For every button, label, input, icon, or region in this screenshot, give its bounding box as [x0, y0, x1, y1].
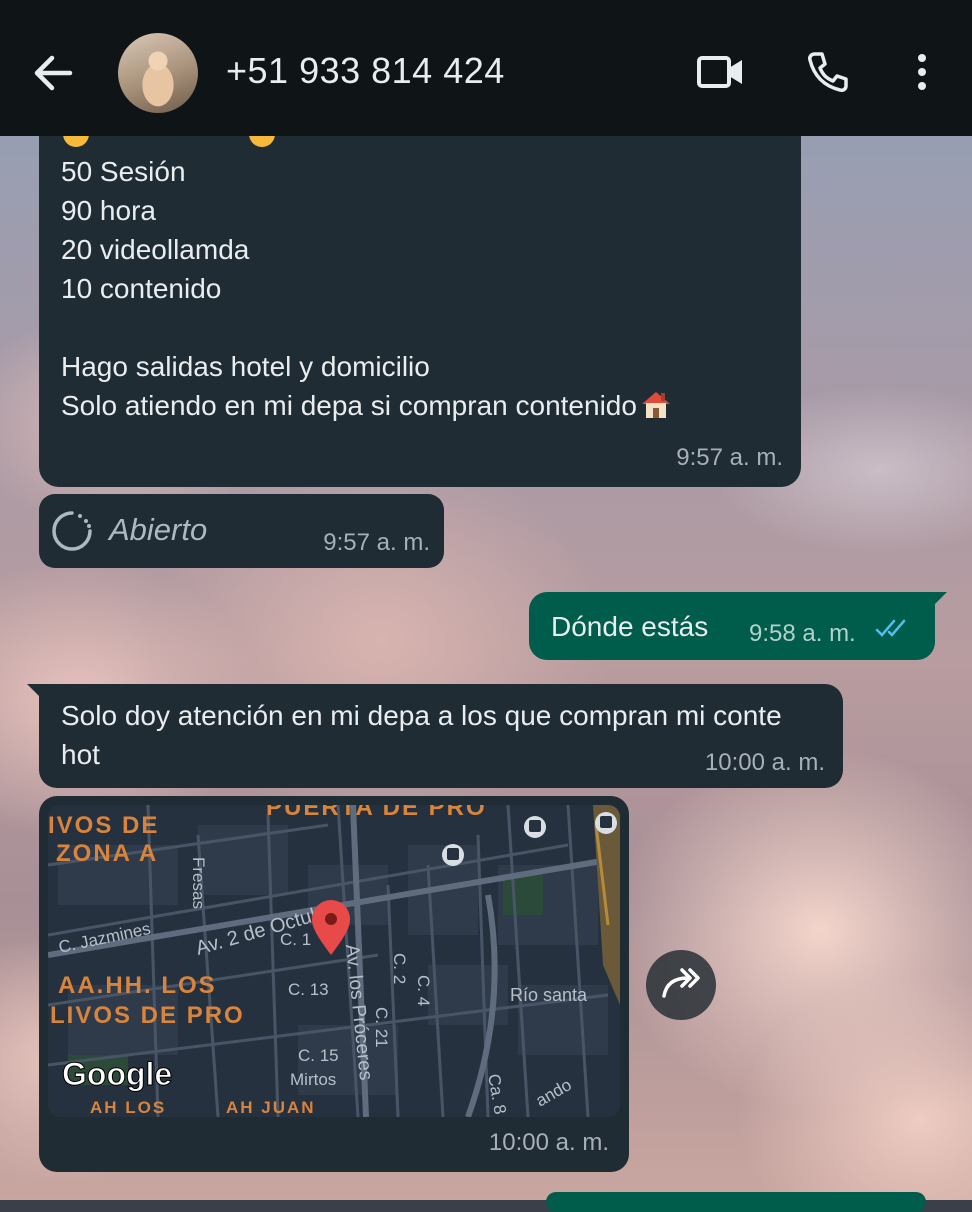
back-arrow-icon[interactable]: [30, 50, 76, 96]
message-time: 9:57 a. m.: [323, 529, 430, 556]
forward-icon: [662, 968, 700, 998]
contact-avatar[interactable]: [118, 33, 198, 113]
chat-header: +51 933 814 424: [0, 0, 972, 136]
map-label-district: AA.HH. LOS: [58, 972, 217, 999]
message-time: 10:00 a. m.: [488, 1129, 609, 1156]
video-call-icon[interactable]: [696, 50, 746, 94]
view-once-message[interactable]: Abierto 9:57 a. m.: [39, 494, 444, 568]
map-label-street: C. 15: [298, 1046, 339, 1065]
message-line: Hago salidas hotel y domicilio: [61, 351, 430, 382]
more-vert-icon[interactable]: [912, 50, 932, 94]
message-line: 10 contenido: [61, 273, 222, 304]
map-label-street: Fresas: [189, 857, 208, 909]
google-logo: Google: [62, 1056, 172, 1092]
map-label-street: C. 13: [288, 980, 329, 999]
map-label-street: C. 1: [280, 930, 311, 949]
map-label-street: C. 4: [414, 975, 433, 1006]
message-time: 10:00 a. m.: [704, 749, 825, 776]
message-line: 50 Sesión: [61, 156, 186, 187]
incoming-message[interactable]: 50 Sesión 90 hora 20 videollamda 10 cont…: [39, 110, 801, 487]
location-map[interactable]: IVOS DE ZONA A PUERTA DE PRO AA.HH. LOS …: [48, 805, 620, 1117]
map-label-district: AH LOS: [90, 1098, 166, 1117]
message-text: Dónde estás: [551, 611, 709, 642]
map-graphic: IVOS DE ZONA A PUERTA DE PRO AA.HH. LOS …: [48, 805, 620, 1117]
contact-name[interactable]: +51 933 814 424: [226, 50, 505, 92]
bubble-tail: [27, 684, 41, 698]
phone-icon[interactable]: [806, 50, 850, 94]
map-label-street: C. 21: [372, 1007, 391, 1048]
map-label-district: ZONA A: [56, 840, 158, 867]
bubble-tail: [933, 592, 947, 606]
map-label-district: PUERTA DE PRO: [266, 805, 487, 821]
map-label-district: IVOS DE: [48, 812, 159, 839]
message-line: 90 hora: [61, 195, 156, 226]
message-line: Solo atiendo en mi depa si compran conte…: [61, 386, 801, 425]
forward-button[interactable]: [646, 950, 716, 1020]
outgoing-message[interactable]: Dónde estás 9:58 a. m.: [529, 592, 947, 660]
view-once-label: Abierto: [109, 512, 208, 547]
message-time: 9:58 a. m.: [749, 620, 856, 647]
message-time: 9:57 a. m.: [676, 444, 783, 471]
map-label-district: AH JUAN: [226, 1098, 316, 1117]
map-label-district: LIVOS DE PRO: [50, 1002, 245, 1029]
house-emoji-icon: [641, 392, 670, 418]
map-label-street: Mirtos: [290, 1070, 336, 1089]
incoming-message[interactable]: Solo doy atención en mi depa a los que c…: [27, 684, 843, 788]
message-line: 20 videollamda: [61, 234, 250, 265]
view-once-icon: [52, 511, 92, 551]
read-ticks-icon: [875, 619, 906, 637]
map-label-street: C. 2: [390, 953, 409, 984]
map-label-street: Río santa: [510, 985, 588, 1005]
outgoing-message-partial[interactable]: [546, 1192, 926, 1212]
